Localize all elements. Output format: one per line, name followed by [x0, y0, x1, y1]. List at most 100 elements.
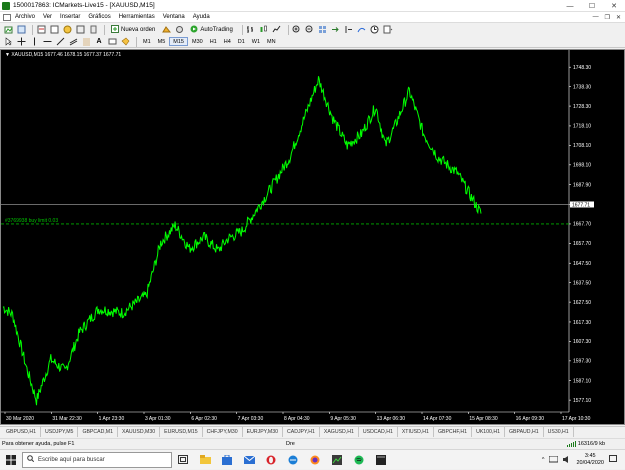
chart-tab[interactable]: EURUSD,M15 — [160, 427, 203, 437]
indicators-icon[interactable] — [357, 25, 367, 35]
taskbar-clock[interactable]: 3:45 20/04/2020 — [576, 453, 604, 467]
chart-window[interactable]: 1748.30 1738.30 1728.30 1718.10 1708.10 1698.… — [0, 49, 625, 425]
autotrading-button[interactable]: AutoTrading — [187, 24, 235, 35]
timeframe-mn[interactable]: MN — [264, 37, 279, 46]
line-chart-icon[interactable] — [272, 25, 282, 35]
terminal-icon[interactable] — [75, 25, 85, 35]
timeframe-m1[interactable]: M1 — [140, 37, 154, 46]
timeframe-m5[interactable]: M5 — [155, 37, 169, 46]
chart-tab[interactable]: GBPAUD,H1 — [505, 427, 544, 437]
chart-tabs: GBPUSD,H1 USDJPY,M5 GBPCAD,M1 XAUUSD,M30 EUR… — [0, 426, 625, 437]
chart-tab[interactable]: XTIUSD,H1 — [398, 427, 434, 437]
task-view-icon[interactable] — [172, 450, 194, 470]
fibonacci-icon[interactable] — [81, 37, 91, 47]
edge-icon[interactable] — [282, 450, 304, 470]
maximize-button[interactable]: ☐ — [581, 0, 603, 12]
bar-chart-icon[interactable] — [246, 25, 256, 35]
trendline-icon[interactable] — [55, 37, 65, 47]
navigator-icon[interactable] — [62, 25, 72, 35]
chart-tab[interactable]: GBPCAD,M1 — [78, 427, 118, 437]
chart-tab[interactable]: GBPCHF,H1 — [434, 427, 473, 437]
store-icon[interactable] — [216, 450, 238, 470]
notifications-icon[interactable] — [609, 455, 617, 465]
new-order-button[interactable]: Nueva orden — [108, 24, 158, 35]
crosshair-icon[interactable] — [16, 37, 26, 47]
terminal-taskbar-icon[interactable] — [370, 450, 392, 470]
time-tick-label: 7 Apr 03:30 — [238, 416, 264, 422]
profiles-icon[interactable] — [16, 25, 26, 35]
horizontal-line-icon[interactable] — [42, 37, 52, 47]
spotify-icon[interactable] — [348, 450, 370, 470]
vertical-line-icon[interactable] — [29, 37, 39, 47]
chart-tab[interactable]: EURJPY,M30 — [243, 427, 283, 437]
shapes-dropdown-icon[interactable] — [120, 37, 130, 47]
timeframe-m30[interactable]: M30 — [189, 37, 206, 46]
data-window-icon[interactable] — [49, 25, 59, 35]
minimize-button[interactable]: — — [559, 0, 581, 12]
periods-icon[interactable] — [370, 25, 380, 35]
network-icon[interactable] — [548, 455, 559, 465]
firefox-icon[interactable] — [304, 450, 326, 470]
chart-window-icon[interactable] — [3, 13, 11, 21]
market-watch-icon[interactable] — [36, 25, 46, 35]
menu-herramientas[interactable]: Herramientas — [119, 14, 155, 20]
time-tick-label: 16 Apr 09:30 — [516, 416, 545, 422]
tray-up-arrow-icon[interactable]: ^ — [542, 457, 545, 463]
price-series-line — [2, 76, 482, 406]
chart-tab[interactable]: GBPUSD,H1 — [2, 427, 41, 437]
timeframe-d1[interactable]: D1 — [235, 37, 248, 46]
chart-tab[interactable]: US30,H1 — [544, 427, 574, 437]
tile-windows-icon[interactable] — [318, 25, 328, 35]
time-tick-label: 14 Apr 07:30 — [423, 416, 452, 422]
timeframe-h4[interactable]: H4 — [221, 37, 234, 46]
menu-ventana[interactable]: Ventana — [163, 14, 185, 20]
candlestick-icon[interactable] — [259, 25, 269, 35]
taskbar-search-box[interactable]: Escribe aquí para buscar — [22, 451, 172, 468]
opera-icon[interactable] — [260, 450, 282, 470]
menu-insertar[interactable]: Insertar — [60, 14, 80, 20]
connection-status[interactable]: 16316/9 kb — [566, 440, 605, 447]
chart-tab[interactable]: CADJPY,H1 — [283, 427, 320, 437]
timeframe-w1[interactable]: W1 — [249, 37, 263, 46]
timeframe-h1[interactable]: H1 — [207, 37, 220, 46]
chart-tab[interactable]: XAGUSD,H1 — [320, 427, 359, 437]
price-tick-label: 1637.50 — [573, 280, 591, 286]
menu-ver[interactable]: Ver — [43, 14, 52, 20]
zoom-in-icon[interactable] — [292, 25, 302, 35]
time-tick-label: 3 Apr 01:30 — [145, 416, 171, 422]
channel-icon[interactable] — [68, 37, 78, 47]
chart-minimize-button[interactable]: — — [593, 14, 599, 21]
new-chart-icon[interactable] — [3, 25, 13, 35]
chart-tab[interactable]: USDJPY,M5 — [41, 427, 79, 437]
explorer-icon[interactable] — [194, 450, 216, 470]
chart-restore-button[interactable]: ❐ — [605, 14, 610, 21]
price-chart[interactable]: 1748.30 1738.30 1728.30 1718.10 1708.10 1698.… — [1, 50, 624, 424]
expert-icon[interactable] — [174, 25, 184, 35]
chart-tab[interactable]: USDCAD,H1 — [359, 427, 398, 437]
metatrader-taskbar-icon[interactable] — [326, 450, 348, 470]
cursor-icon[interactable] — [3, 37, 13, 47]
mail-icon[interactable] — [238, 450, 260, 470]
templates-icon[interactable] — [383, 25, 393, 35]
volume-icon[interactable] — [563, 455, 571, 465]
zoom-out-icon[interactable] — [305, 25, 315, 35]
drawing-toolbar: A M1 M5 M15 M30 H1 H4 D1 W1 MN — [0, 36, 625, 48]
tester-icon[interactable] — [88, 25, 98, 35]
chart-menu-arrow-icon[interactable]: ▼ — [5, 52, 10, 58]
chart-tab[interactable]: CHFJPY,M30 — [203, 427, 243, 437]
menu-graficos[interactable]: Gráficos — [88, 14, 110, 20]
metaeditor-icon[interactable] — [161, 25, 171, 35]
chart-tab[interactable]: XAUUSD,M30 — [118, 427, 161, 437]
price-tick-label: 1748.30 — [573, 65, 591, 71]
menu-archivo[interactable]: Archivo — [15, 14, 35, 20]
menu-ayuda[interactable]: Ayuda — [193, 14, 210, 20]
autoscroll-icon[interactable] — [331, 25, 341, 35]
timeframe-m15[interactable]: M15 — [169, 37, 188, 46]
label-icon[interactable] — [107, 37, 117, 47]
close-button[interactable]: ✕ — [603, 0, 625, 12]
chart-shift-icon[interactable] — [344, 25, 354, 35]
chart-tab[interactable]: UK100,H1 — [472, 427, 506, 437]
windows-start-icon[interactable] — [0, 450, 22, 470]
text-icon[interactable]: A — [94, 37, 104, 47]
chart-close-button[interactable]: ✕ — [616, 14, 621, 21]
